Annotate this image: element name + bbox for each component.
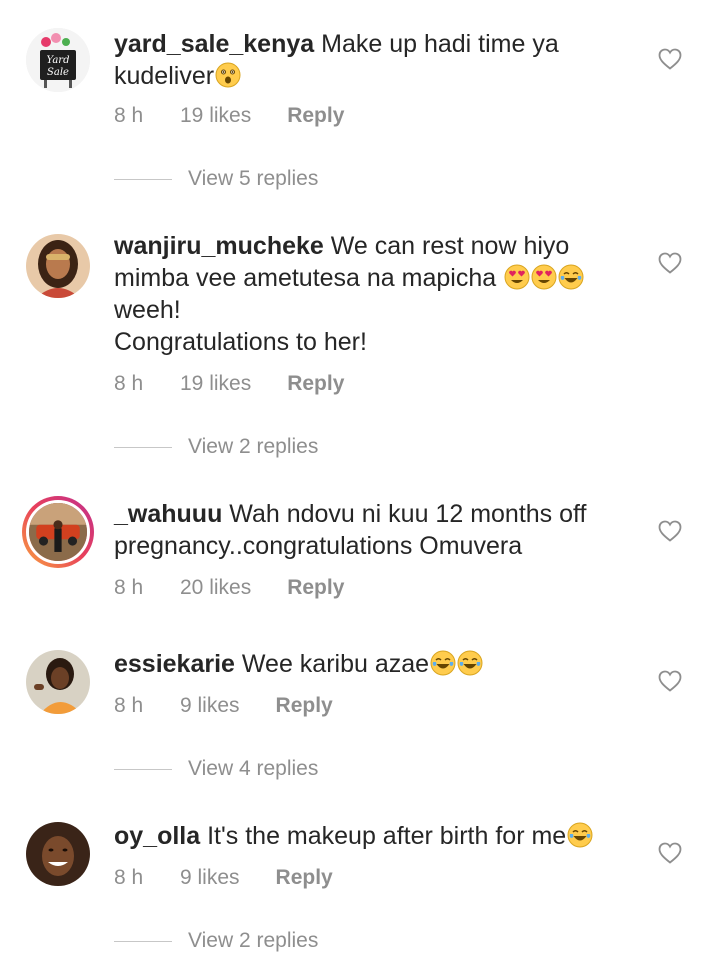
heart-eyes-emoji-icon xyxy=(531,264,557,290)
tears-of-joy-emoji-icon xyxy=(457,650,483,676)
avatar[interactable] xyxy=(26,234,90,298)
comment-likes[interactable]: 19 likes xyxy=(180,372,251,396)
tears-of-joy-emoji-icon xyxy=(430,650,456,676)
astonished-emoji-icon xyxy=(215,62,241,88)
svg-text:Sale: Sale xyxy=(47,67,69,78)
comment-meta: 8 h 9 likes Reply xyxy=(114,694,333,718)
comment-text: essiekarie Wee karibu azae xyxy=(114,648,644,680)
avatar[interactable]: Yard Sale xyxy=(26,28,90,92)
reply-button[interactable]: Reply xyxy=(287,104,344,128)
heart-outline-icon[interactable] xyxy=(658,48,682,70)
divider-line xyxy=(114,768,172,770)
avatar[interactable] xyxy=(26,650,90,714)
divider-line xyxy=(114,446,172,448)
comment-text: _wahuuu Wah ndovu ni kuu 12 months off p… xyxy=(114,498,644,562)
comment-text: oy_olla It's the makeup after birth for … xyxy=(114,820,644,852)
reply-button[interactable]: Reply xyxy=(287,576,344,600)
heart-outline-icon[interactable] xyxy=(658,670,682,692)
divider-line xyxy=(114,940,172,942)
view-replies-button[interactable]: View 2 replies xyxy=(114,435,318,459)
avatar xyxy=(26,500,90,564)
view-replies-label[interactable]: View 2 replies xyxy=(188,435,318,459)
view-replies-label[interactable]: View 2 replies xyxy=(188,929,318,953)
reply-button[interactable]: Reply xyxy=(276,866,333,890)
heart-eyes-emoji-icon xyxy=(504,264,530,290)
svg-text:Yard: Yard xyxy=(47,55,70,66)
reply-button[interactable]: Reply xyxy=(276,694,333,718)
comment-time: 8 h xyxy=(114,694,144,717)
comment-likes[interactable]: 9 likes xyxy=(180,694,240,718)
view-replies-label[interactable]: View 5 replies xyxy=(188,167,318,191)
comment-time: 8 h xyxy=(114,104,144,127)
comment-meta: 8 h 19 likes Reply xyxy=(114,104,344,128)
reply-button[interactable]: Reply xyxy=(287,372,344,396)
heart-outline-icon[interactable] xyxy=(658,252,682,274)
view-replies-label[interactable]: View 4 replies xyxy=(188,757,318,781)
heart-outline-icon[interactable] xyxy=(658,520,682,542)
view-replies-button[interactable]: View 2 replies xyxy=(114,929,318,953)
view-replies-button[interactable]: View 5 replies xyxy=(114,167,318,191)
avatar-story-ring[interactable] xyxy=(22,496,94,568)
comment-username[interactable]: _wahuuu xyxy=(114,500,222,528)
comment-meta: 8 h 9 likes Reply xyxy=(114,866,333,890)
tears-of-joy-emoji-icon xyxy=(558,264,584,290)
comment-username[interactable]: oy_olla xyxy=(114,822,200,850)
comment-time: 8 h xyxy=(114,866,144,889)
divider-line xyxy=(114,178,172,180)
comment-text: wanjiru_mucheke We can rest now hiyo mim… xyxy=(114,230,644,358)
comment-text: yard_sale_kenya Make up hadi time ya kud… xyxy=(114,28,644,92)
comment-body-continued: weeh! Congratulations to her! xyxy=(114,296,367,356)
comment-meta: 8 h 19 likes Reply xyxy=(114,372,344,396)
comment-body: It's the makeup after birth for me xyxy=(207,822,567,850)
avatar[interactable] xyxy=(26,822,90,886)
comment-username[interactable]: wanjiru_mucheke xyxy=(114,232,324,260)
comment-likes[interactable]: 9 likes xyxy=(180,866,240,890)
heart-outline-icon[interactable] xyxy=(658,842,682,864)
comment-likes[interactable]: 20 likes xyxy=(180,576,251,600)
tears-of-joy-emoji-icon xyxy=(567,822,593,848)
comment-likes[interactable]: 19 likes xyxy=(180,104,251,128)
view-replies-button[interactable]: View 4 replies xyxy=(114,757,318,781)
comment-body: Wee karibu azae xyxy=(241,650,430,678)
comment-username[interactable]: essiekarie xyxy=(114,650,235,678)
comment-meta: 8 h 20 likes Reply xyxy=(114,576,344,600)
comment-username[interactable]: yard_sale_kenya xyxy=(114,30,314,58)
comment-time: 8 h xyxy=(114,372,144,395)
comment-time: 8 h xyxy=(114,576,144,599)
